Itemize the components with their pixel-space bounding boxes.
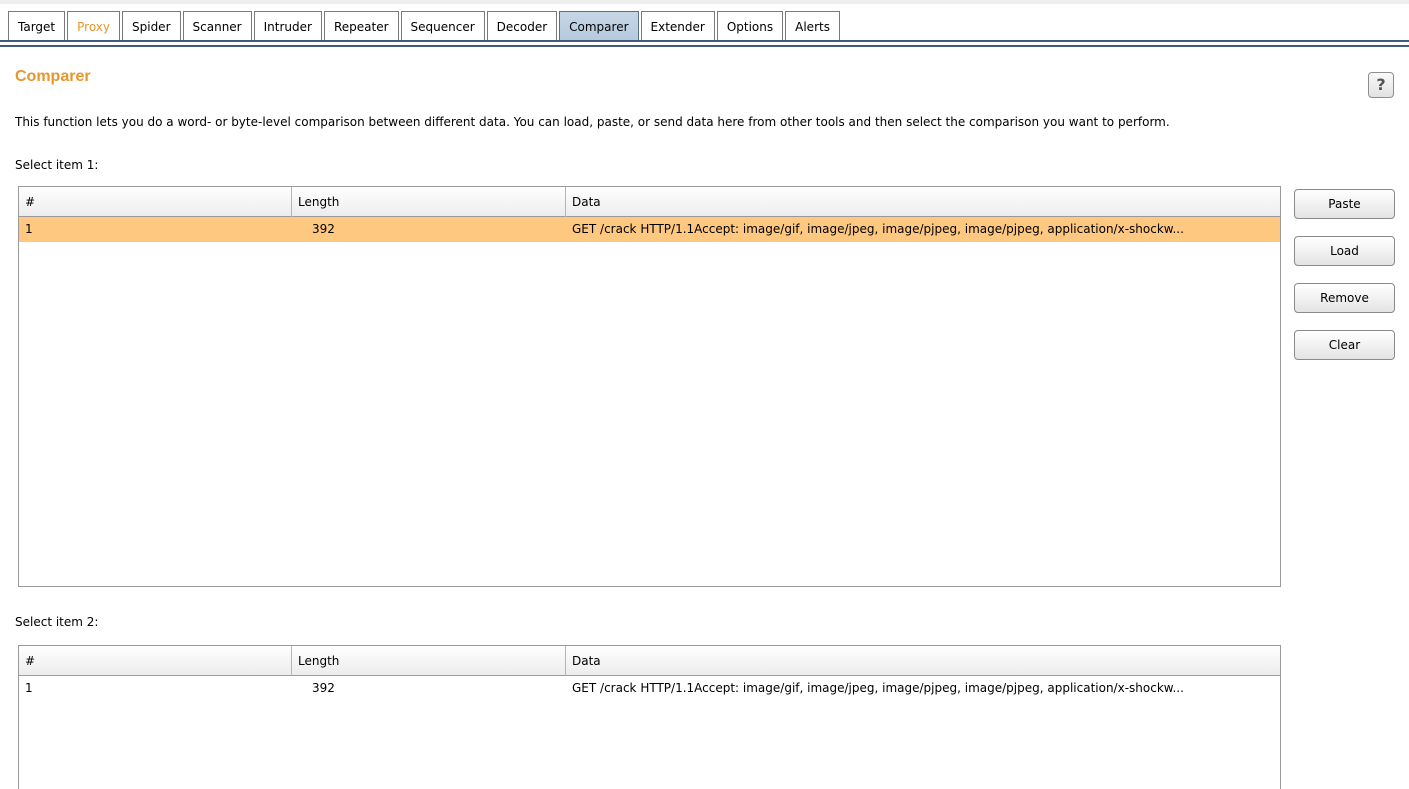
tab-scanner[interactable]: Scanner xyxy=(182,11,252,41)
column-header-length[interactable]: Length xyxy=(292,646,566,676)
tab-extender[interactable]: Extender xyxy=(640,11,715,41)
table-header: # Length Data xyxy=(19,187,1280,217)
help-icon[interactable]: ? xyxy=(1368,72,1394,98)
remove-button[interactable]: Remove xyxy=(1294,283,1395,313)
tab-intruder[interactable]: Intruder xyxy=(253,11,322,41)
column-header-length[interactable]: Length xyxy=(292,187,566,217)
tab-repeater[interactable]: Repeater xyxy=(323,11,399,41)
cell-data: GET /crack HTTP/1.1Accept: image/gif, im… xyxy=(572,222,1184,236)
tab-alerts[interactable]: Alerts xyxy=(785,11,840,41)
column-header-data[interactable]: Data xyxy=(566,187,1280,217)
cell-number: 1 xyxy=(25,222,33,236)
tab-target[interactable]: Target xyxy=(8,11,66,41)
tab-bar: Target Proxy Spider Scanner Intruder Rep… xyxy=(0,0,1409,52)
tab-divider xyxy=(0,40,1409,42)
description-text: This function lets you do a word- or byt… xyxy=(15,115,1170,129)
tab-decoder[interactable]: Decoder xyxy=(486,11,558,41)
clear-button[interactable]: Clear xyxy=(1294,330,1395,360)
tab-options[interactable]: Options xyxy=(716,11,784,41)
table-row[interactable]: 1 392 GET /crack HTTP/1.1Accept: image/g… xyxy=(19,217,1280,242)
tab-sequencer[interactable]: Sequencer xyxy=(400,11,485,41)
page-title: Comparer xyxy=(15,68,91,85)
load-button[interactable]: Load xyxy=(1294,236,1395,266)
select-item-2-label: Select item 2: xyxy=(15,615,99,629)
paste-button[interactable]: Paste xyxy=(1294,189,1395,219)
cell-length: 392 xyxy=(312,681,335,695)
tab-comparer[interactable]: Comparer xyxy=(559,11,639,41)
item-1-table: # Length Data 1 392 GET /crack HTTP/1.1A… xyxy=(18,186,1281,587)
comparer-window: Target Proxy Spider Scanner Intruder Rep… xyxy=(0,0,1409,789)
item-2-table: # Length Data 1 392 GET /crack HTTP/1.1A… xyxy=(18,645,1281,789)
tabs-row: Target Proxy Spider Scanner Intruder Rep… xyxy=(8,8,842,41)
cell-number: 1 xyxy=(25,681,33,695)
tab-divider-lower xyxy=(0,45,1409,47)
column-header-number[interactable]: # xyxy=(19,187,292,217)
table-row[interactable]: 1 392 GET /crack HTTP/1.1Accept: image/g… xyxy=(19,676,1280,701)
table-header: # Length Data xyxy=(19,646,1280,676)
column-header-number[interactable]: # xyxy=(19,646,292,676)
tab-spider[interactable]: Spider xyxy=(122,11,181,41)
cell-length: 392 xyxy=(312,222,335,236)
tab-proxy[interactable]: Proxy xyxy=(67,11,120,41)
column-header-data[interactable]: Data xyxy=(566,646,1280,676)
cell-data: GET /crack HTTP/1.1Accept: image/gif, im… xyxy=(572,681,1184,695)
select-item-1-label: Select item 1: xyxy=(15,158,99,172)
